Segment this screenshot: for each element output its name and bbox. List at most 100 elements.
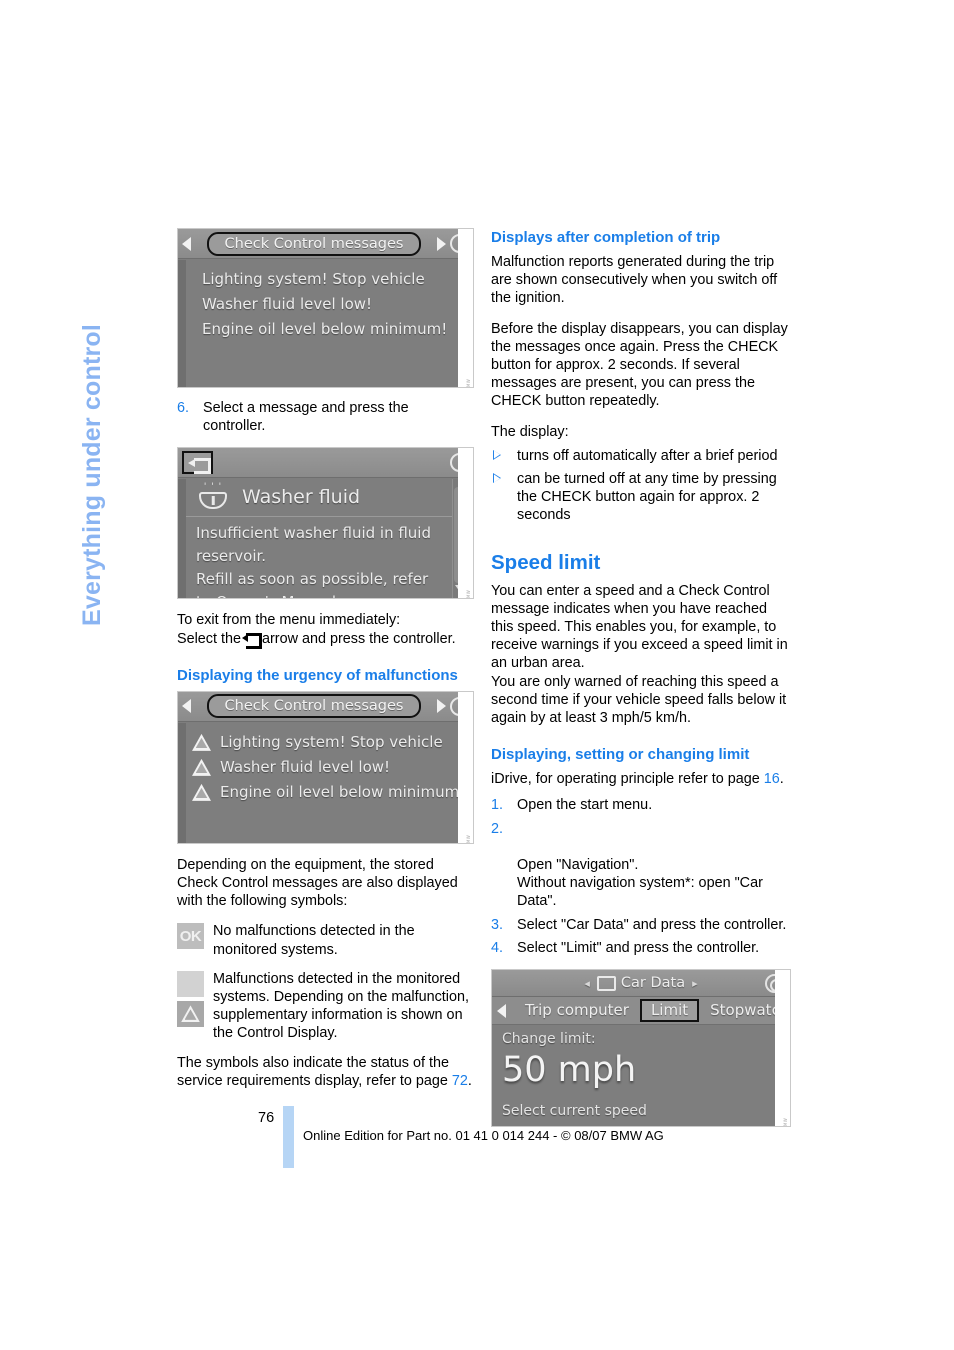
right-arrow-icon[interactable] xyxy=(437,236,446,251)
exit-note-line1: To exit from the menu immediately: xyxy=(177,612,401,629)
car-data-title: Car Data xyxy=(620,975,686,992)
list-item: 3. Select "Car Data" and press the contr… xyxy=(491,916,791,934)
step-list-6: 6. Select a message and press the contro… xyxy=(177,399,474,435)
tab-trip-computer[interactable]: Trip computer xyxy=(514,1000,640,1021)
the-display-label: The display: xyxy=(491,423,569,440)
figure-code: BMW xyxy=(458,229,473,387)
list-item: 6. Select a message and press the contro… xyxy=(177,399,474,435)
service-note: The symbols also indicate the status of … xyxy=(177,1054,474,1090)
right-arrow-icon[interactable] xyxy=(437,699,446,714)
footer-text: Online Edition for Part no. 01 41 0 014 … xyxy=(303,1128,664,1143)
heading-speed-limit: Speed limit xyxy=(491,550,601,574)
legend-row-warning: Malfunctions detected in the monitored s… xyxy=(177,970,474,1043)
tab-limit[interactable]: Limit xyxy=(639,999,700,1023)
back-arrow-icon[interactable] xyxy=(182,451,213,475)
heading-displays-after-trip: Displays after completion of trip xyxy=(491,229,721,246)
list-item: 4. Select "Limit" and press the controll… xyxy=(491,939,791,957)
list-item[interactable]: Washer fluid level low! xyxy=(192,755,459,780)
paragraph-1: Malfunction reports generated during the… xyxy=(491,254,778,307)
washer-fluid-title: Washer fluid xyxy=(242,485,361,508)
left-arrow-icon[interactable] xyxy=(182,699,191,714)
car-data-header-label: ◂ Car Data ▸ xyxy=(584,975,698,992)
step-number: 6. xyxy=(177,400,190,416)
list-item-label: turns off automatically after a brief pe… xyxy=(517,447,778,464)
on-label: On xyxy=(523,1124,543,1126)
display-bullets: turns off automatically after a brief pe… xyxy=(491,447,791,525)
step-number: 2. xyxy=(491,820,504,837)
body-line: Insufficient washer fluid in fluid xyxy=(196,524,431,543)
screen-left-rail xyxy=(178,722,186,843)
warning-triangle-icon xyxy=(192,783,211,801)
list-item: can be turned off at any time by pressin… xyxy=(491,470,791,525)
exit-note-line2: Select the arrow and press the controller… xyxy=(177,630,474,649)
screen-left-rail xyxy=(178,479,186,599)
exit-note-prefix: Select the xyxy=(177,630,241,647)
left-arrow-icon[interactable] xyxy=(182,236,191,251)
idrive-note-suffix: . xyxy=(779,771,784,788)
car-data-header: ◂ Car Data ▸ xyxy=(492,970,790,998)
triangle-glyph xyxy=(181,975,200,993)
list-item: turns off automatically after a brief pe… xyxy=(491,447,791,465)
chapter-tab-label: Everything under control xyxy=(78,323,106,626)
list-item[interactable]: Engine oil level below minimum! xyxy=(202,317,459,342)
ok-icon-label: OK xyxy=(179,927,202,945)
step-text: Open the start menu. xyxy=(517,797,653,814)
right-column: Displays after completion of trip Malfun… xyxy=(491,228,791,1128)
service-note-suffix: . xyxy=(467,1072,472,1089)
symbols-intro: Depending on the equipment, the stored C… xyxy=(177,856,458,910)
list-item[interactable]: Lighting system! Stop vehicle xyxy=(202,267,459,292)
screen-title: Check Control messages xyxy=(197,231,431,256)
body-line: to Owner's Manual. xyxy=(196,591,461,598)
screen-title-label: Check Control messages xyxy=(206,231,422,256)
list-item[interactable]: Washer fluid level low! xyxy=(202,292,459,317)
list-item: 2. Open "Navigation". Without navigation… xyxy=(491,820,791,911)
chapter-tab: Everything under control xyxy=(78,222,158,626)
service-note-prefix: The symbols also indicate the status of … xyxy=(177,1054,449,1089)
screen-message-list: Lighting system! Stop vehicle Washer flu… xyxy=(178,259,473,352)
chevron-right-icon[interactable]: ▸ xyxy=(692,977,698,990)
chevron-left-icon[interactable]: ◂ xyxy=(584,977,590,990)
monitor-icon xyxy=(596,976,616,992)
body-line: Refill as soon as possible, refer xyxy=(196,570,429,589)
legend-warning-text: Malfunctions detected in the monitored s… xyxy=(213,970,469,1042)
on-checkbox-row[interactable]: On xyxy=(502,1124,790,1126)
limit-value[interactable]: 50 mph xyxy=(502,1049,790,1091)
step-list-limit: 1. Open the start menu. 2. Open "Navigat… xyxy=(491,796,791,957)
warning-triangle-icon xyxy=(192,758,211,776)
page-reference[interactable]: 16 xyxy=(764,771,780,787)
select-current-speed-label[interactable]: Select current speed xyxy=(502,1101,790,1122)
triangle-bullet-icon xyxy=(493,473,501,484)
back-arrow-icon xyxy=(242,632,262,649)
idrive-note: iDrive, for operating principle refer to… xyxy=(491,770,791,788)
ok-icon: OK xyxy=(177,923,204,950)
figure-code: BMW xyxy=(775,970,790,1127)
list-item[interactable]: Lighting system! Stop vehicle xyxy=(192,730,459,755)
list-item[interactable]: Engine oil level below minimum! xyxy=(192,780,465,805)
left-arrow-icon[interactable] xyxy=(497,1003,506,1018)
washer-fluid-body: Insufficient washer fluid in fluid reser… xyxy=(186,517,473,598)
legend-row-ok: OK No malfunctions detected in the monit… xyxy=(177,922,474,958)
triangle-bullet-icon xyxy=(493,449,501,460)
washer-fluid-header: ' ' ' Washer fluid xyxy=(186,478,473,518)
step-number: 1. xyxy=(491,797,504,814)
step-number: 3. xyxy=(491,916,504,933)
paragraph-3: You can enter a speed and a Check Contro… xyxy=(491,582,788,672)
manual-page: Everything under control Check Control m… xyxy=(0,0,954,1350)
list-item-label: Engine oil level below minimum! xyxy=(220,782,466,801)
list-item: 1. Open the start menu. xyxy=(491,796,791,814)
list-item-label: Lighting system! Stop vehicle xyxy=(220,732,443,751)
list-item-label: Washer fluid level low! xyxy=(220,757,391,776)
idrive-note-prefix: iDrive, for operating principle refer to… xyxy=(491,771,760,788)
screen-left-rail xyxy=(178,260,186,387)
figure-code: BMW xyxy=(458,448,473,599)
change-limit-label: Change limit: xyxy=(502,1031,596,1048)
page-reference[interactable]: 72 xyxy=(452,1073,468,1089)
left-column: Check Control messages Lighting system! … xyxy=(177,228,474,1102)
screenshot-washer-fluid: ' ' ' Washer fluid Insufficient washer f… xyxy=(177,447,474,600)
paragraph-2: Before the display disappears, you can d… xyxy=(491,320,788,410)
paragraph-4: You are only warned of reaching this spe… xyxy=(491,673,787,727)
step-number: 4. xyxy=(491,939,504,956)
figure-code: BMW xyxy=(458,691,473,843)
step-text: Select a message and press the controlle… xyxy=(203,400,409,435)
footer-accent-bar xyxy=(283,1106,294,1168)
